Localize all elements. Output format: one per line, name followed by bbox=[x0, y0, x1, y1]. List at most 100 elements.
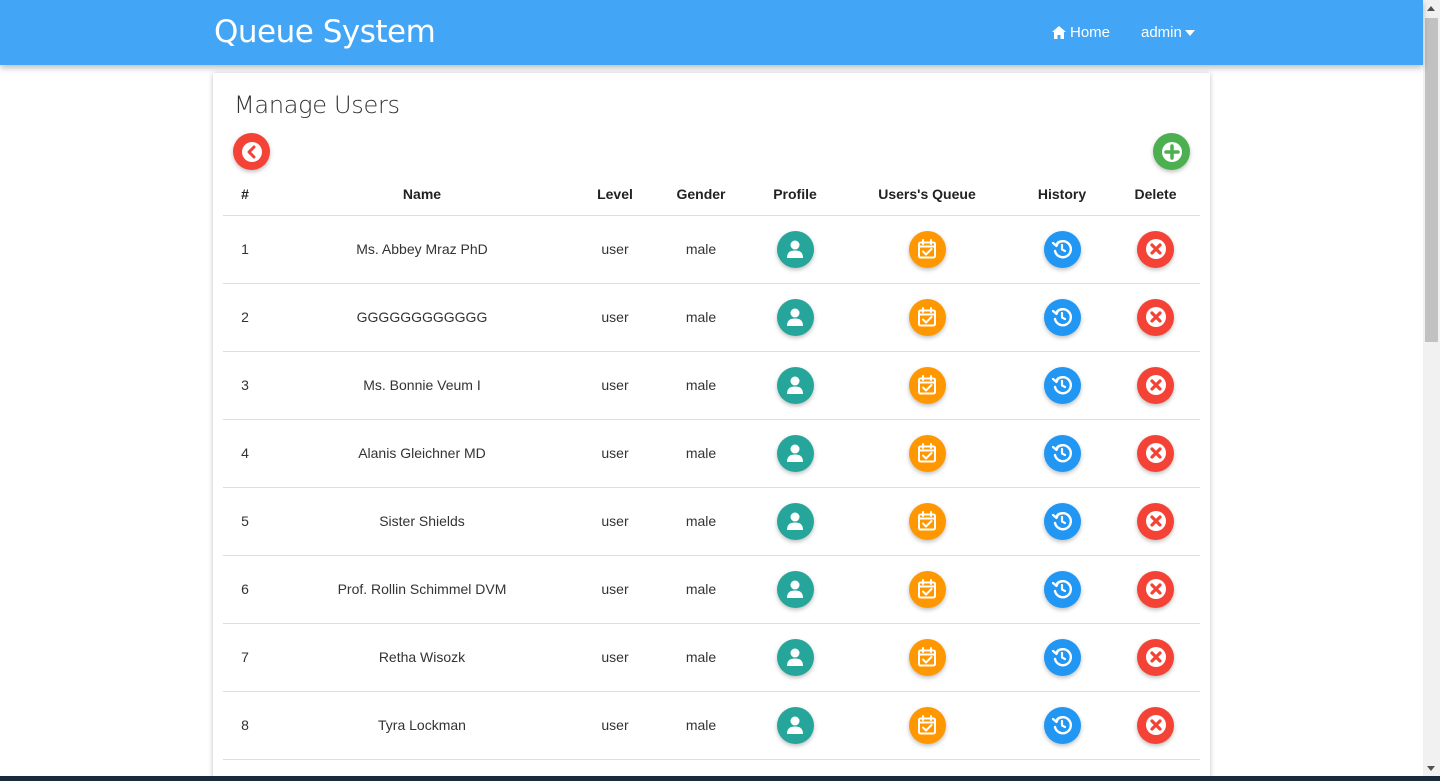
history-button[interactable] bbox=[1043, 298, 1081, 336]
queue-cell bbox=[841, 419, 1013, 488]
row-num: 6 bbox=[223, 555, 267, 624]
history-cell bbox=[1013, 419, 1111, 488]
history-icon bbox=[1051, 580, 1072, 599]
history-button[interactable] bbox=[1043, 638, 1081, 676]
calendar-check-icon bbox=[918, 715, 936, 735]
history-cell bbox=[1013, 623, 1111, 692]
calendar-check-icon bbox=[918, 443, 936, 463]
profile-button[interactable] bbox=[776, 502, 814, 540]
delete-button[interactable] bbox=[1137, 570, 1174, 608]
close-icon bbox=[1145, 715, 1166, 735]
user-menu-dropdown[interactable]: admin bbox=[1141, 24, 1195, 41]
profile-button[interactable] bbox=[776, 638, 814, 676]
users-queue-button[interactable] bbox=[908, 366, 946, 404]
table-row: 8 Tyra Lockman user male bbox=[223, 691, 1200, 760]
users-queue-button[interactable] bbox=[908, 434, 946, 472]
delete-button[interactable] bbox=[1137, 502, 1174, 540]
delete-cell bbox=[1111, 351, 1200, 420]
page-scrollbar[interactable] bbox=[1423, 0, 1440, 781]
queue-cell bbox=[841, 623, 1013, 692]
header-num: # bbox=[223, 173, 267, 216]
profile-button[interactable] bbox=[776, 434, 814, 472]
history-icon bbox=[1051, 376, 1072, 395]
scroll-up-arrow[interactable] bbox=[1427, 6, 1435, 11]
table-row: 7 Retha Wisozk user male bbox=[223, 623, 1200, 692]
row-num: 3 bbox=[223, 351, 267, 420]
history-button[interactable] bbox=[1043, 434, 1081, 472]
user-icon bbox=[787, 240, 803, 258]
users-queue-button[interactable] bbox=[908, 502, 946, 540]
users-queue-button[interactable] bbox=[908, 230, 946, 268]
scroll-down-arrow[interactable] bbox=[1427, 766, 1435, 771]
home-icon bbox=[1052, 26, 1066, 39]
table-row: 5 Sister Shields user male bbox=[223, 487, 1200, 556]
close-icon bbox=[1145, 579, 1166, 599]
delete-button[interactable] bbox=[1137, 706, 1174, 744]
row-num: 4 bbox=[223, 419, 267, 488]
delete-button[interactable] bbox=[1137, 230, 1174, 268]
user-level: user bbox=[577, 215, 653, 284]
history-cell bbox=[1013, 691, 1111, 760]
row-num: 1 bbox=[223, 215, 267, 284]
history-cell bbox=[1013, 555, 1111, 624]
queue-cell bbox=[841, 215, 1013, 284]
queue-cell bbox=[841, 351, 1013, 420]
profile-button[interactable] bbox=[776, 366, 814, 404]
delete-button[interactable] bbox=[1137, 434, 1174, 472]
profile-button[interactable] bbox=[776, 298, 814, 336]
delete-cell bbox=[1111, 691, 1200, 760]
profile-button[interactable] bbox=[776, 706, 814, 744]
user-level: user bbox=[577, 555, 653, 624]
calendar-check-icon bbox=[918, 579, 936, 599]
user-gender: male bbox=[653, 215, 749, 284]
users-queue-button[interactable] bbox=[908, 298, 946, 336]
profile-cell bbox=[749, 419, 841, 488]
history-button[interactable] bbox=[1043, 230, 1081, 268]
history-button[interactable] bbox=[1043, 570, 1081, 608]
user-icon bbox=[787, 580, 803, 598]
add-user-button[interactable] bbox=[1153, 133, 1190, 170]
user-icon bbox=[787, 444, 803, 462]
queue-cell bbox=[841, 283, 1013, 352]
history-icon bbox=[1051, 512, 1072, 531]
users-queue-button[interactable] bbox=[908, 570, 946, 608]
scroll-thumb[interactable] bbox=[1425, 18, 1438, 342]
header-delete: Delete bbox=[1111, 173, 1200, 216]
history-button[interactable] bbox=[1043, 366, 1081, 404]
user-name: GGGGGGGGGGGG bbox=[267, 283, 577, 352]
header-history: History bbox=[1013, 173, 1111, 216]
users-table-body: 1 Ms. Abbey Mraz PhD user male 2 GGGGGGGGGGGG… bbox=[223, 215, 1200, 760]
row-num: 2 bbox=[223, 283, 267, 352]
user-icon bbox=[787, 376, 803, 394]
delete-button[interactable] bbox=[1137, 638, 1174, 676]
users-queue-button[interactable] bbox=[908, 638, 946, 676]
nav-home-link[interactable]: Home bbox=[1052, 24, 1110, 41]
queue-cell bbox=[841, 691, 1013, 760]
profile-cell bbox=[749, 691, 841, 760]
nav-home-label: Home bbox=[1070, 24, 1111, 41]
back-button[interactable] bbox=[233, 133, 270, 170]
queue-cell bbox=[841, 555, 1013, 624]
row-num: 7 bbox=[223, 623, 267, 692]
caret-down-icon bbox=[1184, 29, 1195, 36]
delete-button[interactable] bbox=[1137, 298, 1174, 336]
users-table: # Name Level Gender Profile Users's Queu… bbox=[223, 173, 1200, 760]
delete-button[interactable] bbox=[1137, 366, 1174, 404]
header-users-queue: Users's Queue bbox=[841, 173, 1013, 216]
user-level: user bbox=[577, 487, 653, 556]
brand-title[interactable]: Queue System bbox=[214, 14, 436, 50]
close-icon bbox=[1145, 511, 1166, 531]
history-button[interactable] bbox=[1043, 706, 1081, 744]
user-menu-label: admin bbox=[1141, 24, 1182, 41]
profile-button[interactable] bbox=[776, 570, 814, 608]
user-gender: male bbox=[653, 555, 749, 624]
users-queue-button[interactable] bbox=[908, 706, 946, 744]
user-name: Alanis Gleichner MD bbox=[267, 419, 577, 488]
row-num: 8 bbox=[223, 691, 267, 760]
history-button[interactable] bbox=[1043, 502, 1081, 540]
header-name: Name bbox=[267, 173, 577, 216]
header-level: Level bbox=[577, 173, 653, 216]
delete-cell bbox=[1111, 215, 1200, 284]
profile-button[interactable] bbox=[776, 230, 814, 268]
chevron-left-icon bbox=[241, 141, 262, 162]
